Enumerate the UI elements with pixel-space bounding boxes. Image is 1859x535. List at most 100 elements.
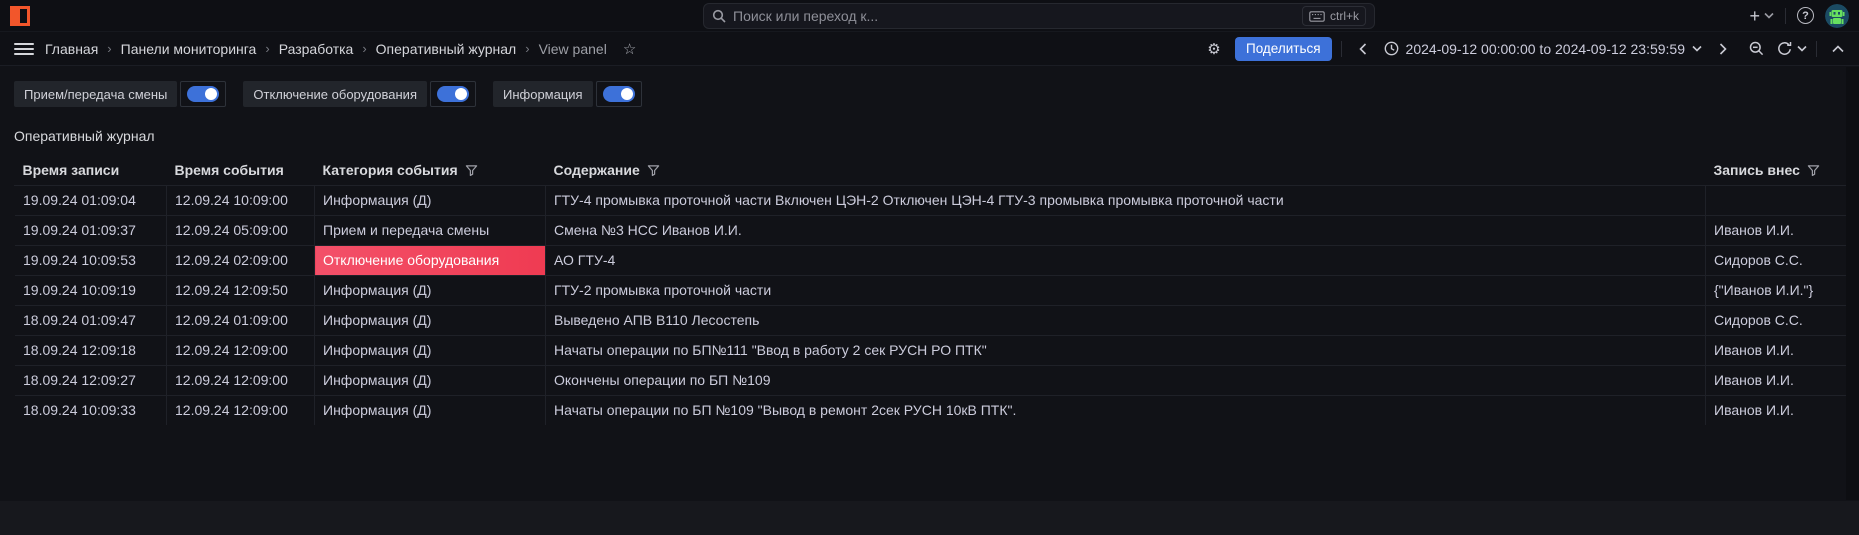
- column-header-event-time[interactable]: Время события: [167, 155, 315, 185]
- menu-button[interactable]: [9, 36, 39, 62]
- avatar[interactable]: [1825, 4, 1849, 28]
- column-header-author[interactable]: Запись внес: [1706, 155, 1847, 185]
- search-shortcut-badge: ctrl+k: [1302, 6, 1366, 26]
- app-logo-icon[interactable]: [10, 6, 30, 26]
- event-time-cell: 12.09.24 10:09:00: [167, 185, 315, 215]
- filter-funnel-icon[interactable]: [647, 164, 660, 177]
- author-cell: Сидоров С.С.: [1706, 305, 1847, 335]
- table-row: 19.09.24 01:09:3712.09.24 05:09:00Прием …: [15, 215, 1847, 245]
- record-time-cell: 18.09.24 12:09:18: [15, 335, 167, 365]
- toolbar-actions: ⚙ Поделиться 2024-09-12 00:00:00 to 2024…: [1202, 37, 1850, 61]
- toggle-box: [430, 81, 476, 107]
- chevron-down-icon: [1797, 45, 1807, 52]
- table-body: 19.09.24 01:09:0412.09.24 10:09:00Информ…: [15, 185, 1847, 425]
- column-header-content[interactable]: Содержание: [546, 155, 1706, 185]
- column-header-category[interactable]: Категория события: [315, 155, 546, 185]
- filter-information: Информация: [493, 81, 642, 107]
- breadcrumb-separator: ›: [107, 41, 111, 56]
- author-cell: Сидоров С.С.: [1706, 245, 1847, 275]
- table-row: 19.09.24 01:09:0412.09.24 10:09:00Информ…: [15, 185, 1847, 215]
- toggle-box: [180, 81, 226, 107]
- record-time-cell: 19.09.24 01:09:04: [15, 185, 167, 215]
- variable-filters: Прием/передача смены Отключение оборудов…: [14, 81, 1859, 107]
- category-cell: Информация (Д): [315, 365, 546, 395]
- zoom-out-icon: [1749, 41, 1764, 56]
- content-cell: Окончены операции по БП №109: [546, 365, 1706, 395]
- breadcrumb: Главная › Панели мониторинга › Разработк…: [45, 40, 636, 58]
- record-time-cell: 19.09.24 10:09:19: [15, 275, 167, 305]
- breadcrumb-item-home[interactable]: Главная: [45, 41, 98, 57]
- filter-funnel-icon[interactable]: [1807, 164, 1820, 177]
- breadcrumb-item-folder[interactable]: Разработка: [279, 41, 354, 57]
- content-cell: АО ГТУ-4: [546, 245, 1706, 275]
- filter-funnel-icon[interactable]: [465, 164, 478, 177]
- record-time-cell: 19.09.24 01:09:37: [15, 215, 167, 245]
- panel-view: Прием/передача смены Отключение оборудов…: [0, 81, 1859, 425]
- chevron-left-icon: [1359, 43, 1367, 55]
- add-button[interactable]: +: [1749, 7, 1774, 25]
- event-time-cell: 12.09.24 01:09:00: [167, 305, 315, 335]
- keyboard-icon: [1309, 11, 1325, 22]
- author-cell: Иванов И.И.: [1706, 395, 1847, 425]
- content-cell: ГТУ-4 промывка проточной части Включен Ц…: [546, 185, 1706, 215]
- event-time-cell: 12.09.24 02:09:00: [167, 245, 315, 275]
- breadcrumb-separator: ›: [525, 41, 529, 56]
- chevron-right-icon: [1719, 43, 1727, 55]
- chevron-down-icon: [1692, 45, 1702, 52]
- time-forward-button[interactable]: [1711, 37, 1735, 61]
- share-button[interactable]: Поделиться: [1235, 37, 1332, 61]
- category-cell: Информация (Д): [315, 185, 546, 215]
- favorite-star-icon[interactable]: ☆: [623, 40, 636, 58]
- table-row: 18.09.24 12:09:2712.09.24 12:09:00Информ…: [15, 365, 1847, 395]
- event-time-cell: 12.09.24 12:09:00: [167, 395, 315, 425]
- search-input[interactable]: Поиск или переход к... ctrl+k: [703, 3, 1375, 29]
- author-cell: {"Иванов И.И."}: [1706, 275, 1847, 305]
- breadcrumb-item-view-panel: View panel: [539, 41, 607, 57]
- time-range-picker[interactable]: 2024-09-12 00:00:00 to 2024-09-12 23:59:…: [1384, 41, 1702, 57]
- toolbar: Главная › Панели мониторинга › Разработк…: [0, 32, 1859, 66]
- search-icon: [712, 9, 726, 23]
- breadcrumb-item-dashboard[interactable]: Оперативный журнал: [376, 41, 517, 57]
- content-cell: Выведено АПВ В110 Лесостепь: [546, 305, 1706, 335]
- gear-icon: ⚙: [1207, 40, 1220, 58]
- topbar: Поиск или переход к... ctrl+k + ?: [0, 0, 1859, 32]
- refresh-button[interactable]: [1777, 41, 1807, 56]
- information-toggle[interactable]: [603, 86, 635, 102]
- filter-shift-handover: Прием/передача смены: [14, 81, 226, 107]
- divider: [1341, 41, 1342, 57]
- category-cell: Отключение оборудования: [315, 245, 546, 275]
- help-button[interactable]: ?: [1797, 7, 1814, 24]
- collapse-button[interactable]: [1826, 37, 1850, 61]
- event-time-cell: 12.09.24 05:09:00: [167, 215, 315, 245]
- time-back-button[interactable]: [1351, 37, 1375, 61]
- time-range-label: 2024-09-12 00:00:00 to 2024-09-12 23:59:…: [1406, 41, 1685, 57]
- column-header-record-time[interactable]: Время записи: [15, 155, 167, 185]
- equipment-shutdown-toggle[interactable]: [437, 86, 469, 102]
- table-row: 19.09.24 10:09:1912.09.24 12:09:50Информ…: [15, 275, 1847, 305]
- topbar-actions: + ?: [1749, 0, 1849, 31]
- event-time-cell: 12.09.24 12:09:00: [167, 335, 315, 365]
- category-cell: Информация (Д): [315, 335, 546, 365]
- content-cell: ГТУ-2 промывка проточной части: [546, 275, 1706, 305]
- table-row: 19.09.24 10:09:5312.09.24 02:09:00Отключ…: [15, 245, 1847, 275]
- divider: [1816, 41, 1817, 57]
- search-placeholder: Поиск или переход к...: [733, 8, 1295, 24]
- shift-handover-toggle[interactable]: [187, 86, 219, 102]
- table-row: 18.09.24 10:09:3312.09.24 12:09:00Информ…: [15, 395, 1847, 425]
- zoom-out-button[interactable]: [1744, 37, 1768, 61]
- filter-label: Отключение оборудования: [243, 81, 427, 107]
- scrollbar-track[interactable]: [1846, 67, 1859, 500]
- record-time-cell: 19.09.24 10:09:53: [15, 245, 167, 275]
- settings-button[interactable]: ⚙: [1202, 37, 1226, 61]
- author-cell: Иванов И.И.: [1706, 215, 1847, 245]
- category-cell: Информация (Д): [315, 275, 546, 305]
- journal-table: Время записи Время события Категория соб…: [14, 155, 1859, 425]
- author-cell: [1706, 185, 1847, 215]
- divider: [1785, 8, 1786, 24]
- event-time-cell: 12.09.24 12:09:00: [167, 365, 315, 395]
- category-cell: Информация (Д): [315, 305, 546, 335]
- author-cell: Иванов И.И.: [1706, 365, 1847, 395]
- breadcrumb-item-dashboards[interactable]: Панели мониторинга: [121, 41, 257, 57]
- chevron-down-icon: [1764, 12, 1774, 19]
- record-time-cell: 18.09.24 12:09:27: [15, 365, 167, 395]
